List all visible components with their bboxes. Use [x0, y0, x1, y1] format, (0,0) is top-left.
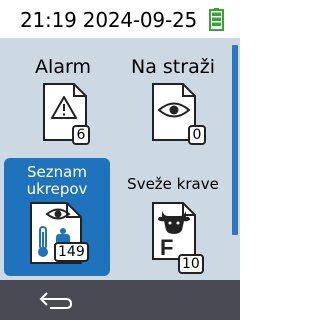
tile-alarm[interactable]: Alarm 6	[10, 43, 116, 151]
tile-label: Alarm	[35, 56, 91, 78]
count-badge: 10	[178, 254, 204, 274]
tile-seznam-ukrepov[interactable]: Seznam ukrepov 149	[4, 158, 110, 276]
menu-grid: Alarm 6 Na straži 0 Seznam ukrepov 149 S…	[0, 38, 240, 280]
back-arrow-icon[interactable]	[36, 288, 76, 310]
cow-head-icon: F	[152, 202, 196, 260]
status-bar: 21:19 2024-09-25	[0, 0, 240, 38]
tile-label: Seznam ukrepov	[26, 163, 88, 198]
count-badge: 6	[72, 125, 90, 145]
count-badge: 0	[188, 125, 206, 145]
tile-label: Na straži	[131, 56, 215, 78]
count-badge: 149	[54, 242, 89, 262]
bottom-nav-bar	[0, 280, 240, 320]
tile-na-strazi[interactable]: Na straži 0	[120, 43, 226, 151]
scrollbar[interactable]	[232, 45, 238, 235]
tile-sveze-krave[interactable]: Sveže krave F 10	[120, 158, 226, 274]
battery-icon	[209, 8, 224, 31]
svg-text:F: F	[160, 235, 173, 260]
tile-label: Sveže krave	[127, 175, 219, 193]
date-time: 21:19 2024-09-25	[20, 8, 198, 32]
